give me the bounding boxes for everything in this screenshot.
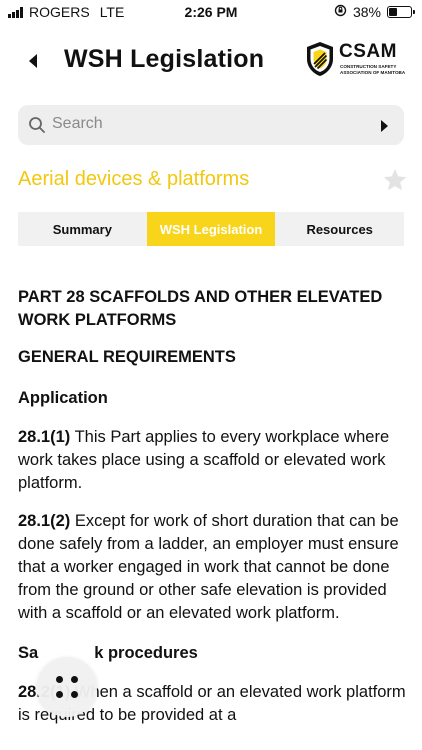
status-right: 38%: [334, 4, 415, 20]
status-bar: ROGERS LTE 2:26 PM 38%: [0, 0, 422, 26]
subsection-title: Application: [18, 389, 108, 407]
search-bar[interactable]: Search: [18, 105, 404, 145]
paragraph-28-1-2: 28.1(2) Except for work of short duratio…: [18, 510, 408, 625]
subsection-title-end: k procedures: [94, 644, 198, 662]
back-arrow-icon: [29, 54, 37, 68]
tab-summary[interactable]: Summary: [18, 212, 147, 246]
orientation-lock-icon: [334, 4, 347, 20]
csam-logo: CSAM CONSTRUCTION SAFETY ASSOCIATION OF …: [305, 41, 409, 81]
paragraph-number: 28.1(2): [18, 512, 71, 530]
tab-wsh-legislation[interactable]: WSH Legislation: [146, 212, 276, 246]
page-title: WSH Legislation: [64, 45, 265, 73]
search-placeholder: Search: [52, 115, 103, 132]
search-arrow-icon[interactable]: [381, 120, 388, 132]
subsection-title-start: Sa: [18, 644, 39, 662]
tab-resources[interactable]: Resources: [275, 212, 404, 246]
section-title: GENERAL REQUIREMENTS: [18, 348, 236, 366]
paragraph-number: 28.1(1): [18, 428, 71, 446]
paragraph-text: This Part applies to every workplace whe…: [18, 428, 390, 492]
paragraph-28-1-1: 28.1(1) This Part applies to every workp…: [18, 426, 408, 495]
part-title: PART 28 SCAFFOLDS AND OTHER ELEVATED WOR…: [18, 288, 383, 329]
logo-subtitle: CONSTRUCTION SAFETY ASSOCIATION OF MANIT…: [340, 64, 406, 75]
nav-header: WSH Legislation CSAM CONSTRUCTION SAFETY…: [0, 36, 422, 86]
shield-logo-icon: [307, 42, 333, 76]
paragraph-text: Except for work of short duration that c…: [18, 512, 399, 622]
favorite-star-icon[interactable]: [382, 167, 408, 193]
battery-fill: [389, 8, 397, 16]
topic-title: Aerial devices & platforms: [18, 168, 250, 190]
battery-icon: [387, 6, 415, 18]
logo-name: CSAM: [339, 41, 397, 62]
search-icon: [29, 117, 45, 133]
tab-bar: Summary WSH Legislation Resources: [18, 212, 404, 246]
floating-menu-button[interactable]: [37, 657, 97, 717]
battery-percent: 38%: [352, 4, 381, 20]
back-button[interactable]: [24, 50, 44, 72]
